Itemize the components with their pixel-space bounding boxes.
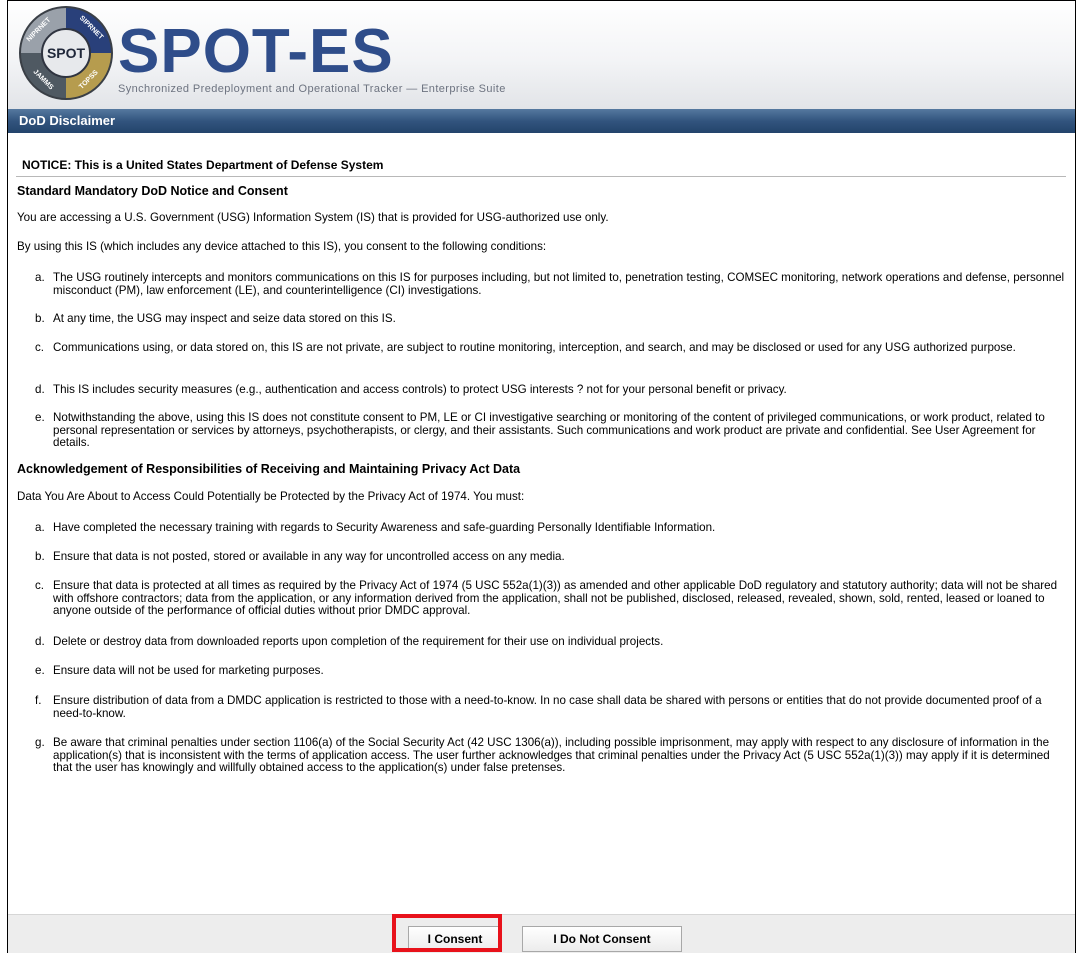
list-marker: a. (35, 271, 45, 284)
list-item: b. At any time, the USG may inspect and … (35, 312, 1070, 326)
brand-subtitle: Synchronized Predeployment and Operation… (118, 83, 506, 95)
section-heading-privacy: Acknowledgement of Responsibilities of R… (17, 462, 521, 476)
list-item: e. Ensure data will not be used for mark… (35, 664, 1070, 678)
page-frame: NIPRNET SIPRNET JAMMS TOPSS SPOT SPOT-ES… (7, 0, 1076, 953)
list-text: This IS includes security measures (e.g.… (53, 383, 787, 396)
list-item: c. Ensure that data is protected at all … (35, 579, 1070, 618)
list-marker: c. (35, 341, 45, 354)
section-paragraph: You are accessing a U.S. Government (USG… (17, 211, 609, 224)
list-marker: b. (35, 550, 45, 563)
list-marker: a. (35, 521, 45, 534)
list-text: Be aware that criminal penalties under s… (53, 736, 1050, 775)
list-marker: d. (35, 383, 45, 396)
list-item: g. Be aware that criminal penalties unde… (35, 736, 1070, 775)
list-marker: d. (35, 635, 45, 648)
list-text: Ensure data will not be used for marketi… (53, 664, 324, 677)
list-marker: c. (35, 579, 45, 592)
list-item: c. Communications using, or data stored … (35, 341, 1070, 355)
seal-label-center: SPOT (47, 45, 86, 61)
list-marker: f. (35, 694, 42, 707)
list-text: Have completed the necessary training wi… (53, 521, 716, 534)
list-item: e. Notwithstanding the above, using this… (35, 411, 1070, 450)
list-marker: g. (35, 736, 45, 749)
list-item: a. Have completed the necessary training… (35, 521, 1070, 535)
section-paragraph: By using this IS (which includes any dev… (17, 240, 547, 253)
section-heading-consent: Standard Mandatory DoD Notice and Consen… (17, 184, 288, 198)
list-text: Ensure that data is protected at all tim… (53, 579, 1058, 618)
page-title: DoD Disclaimer (8, 109, 1075, 133)
list-text: Ensure that data is not posted, stored o… (53, 550, 565, 563)
list-marker: e. (35, 664, 45, 677)
list-marker: b. (35, 312, 45, 325)
header: NIPRNET SIPRNET JAMMS TOPSS SPOT SPOT-ES… (8, 1, 1075, 109)
list-text: At any time, the USG may inspect and sei… (53, 312, 396, 325)
list-text: The USG routinely intercepts and monitor… (53, 271, 1065, 297)
list-text: Delete or destroy data from downloaded r… (53, 635, 664, 648)
section-paragraph: Data You Are About to Access Could Poten… (17, 490, 525, 503)
do-not-consent-button[interactable]: I Do Not Consent (522, 926, 682, 952)
list-item: d. Delete or destroy data from downloade… (35, 635, 1070, 649)
button-bar: I Consent I Do Not Consent (8, 914, 1075, 953)
list-item: a. The USG routinely intercepts and moni… (35, 271, 1070, 297)
spot-seal-logo: NIPRNET SIPRNET JAMMS TOPSS SPOT (19, 6, 113, 100)
brand-title: SPOT-ES (118, 17, 394, 86)
consent-button[interactable]: I Consent (408, 926, 502, 952)
list-text: Ensure distribution of data from a DMDC … (53, 694, 1042, 720)
list-item: f. Ensure distribution of data from a DM… (35, 694, 1070, 720)
list-marker: e. (35, 411, 45, 424)
notice-heading: NOTICE: This is a United States Departme… (16, 159, 1066, 177)
list-item: b. Ensure that data is not posted, store… (35, 550, 1070, 564)
list-text: Notwithstanding the above, using this IS… (53, 411, 1045, 450)
list-item: d. This IS includes security measures (e… (35, 383, 1070, 397)
list-text: Communications using, or data stored on,… (53, 341, 1016, 354)
